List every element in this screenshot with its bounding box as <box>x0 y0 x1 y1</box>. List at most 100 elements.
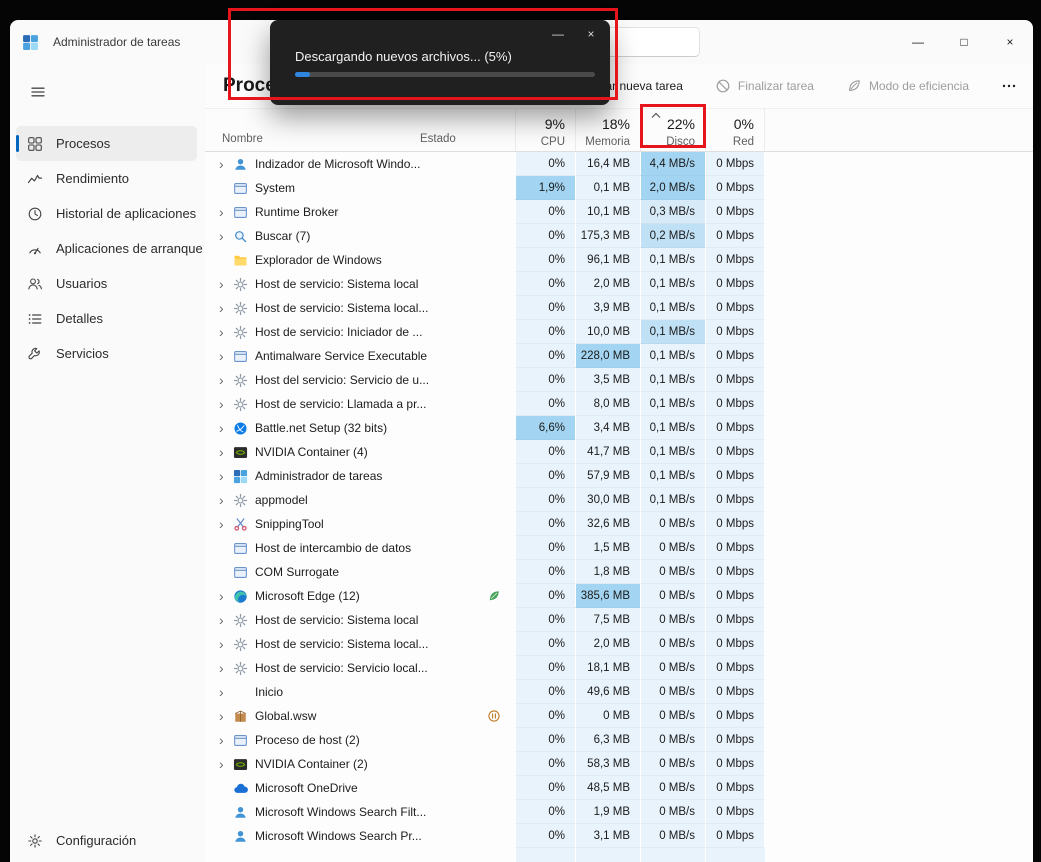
efficiency-icon <box>846 78 862 94</box>
process-name-cell: › Host del servicio: Servicio de u... <box>205 368 429 392</box>
expand-chevron-icon[interactable]: › <box>219 397 233 411</box>
expand-chevron-icon[interactable]: › <box>219 445 233 459</box>
process-row[interactable]: › Proceso de host (2) 0% 6,3 MB 0 MB/s 0 Mbps <box>205 728 1033 752</box>
expand-chevron-icon[interactable]: › <box>219 277 233 291</box>
process-row[interactable]: › SnippingTool 0% 32,6 MB 0 MB/s 0 Mbps <box>205 512 1033 536</box>
maximize-button[interactable]: □ <box>941 20 987 64</box>
network-value: 0 Mbps <box>705 776 765 800</box>
expand-chevron-icon[interactable]: › <box>219 685 233 699</box>
toast-minimize-button[interactable]: — <box>549 25 567 43</box>
disk-value: 0 MB/s <box>640 728 705 752</box>
process-row[interactable]: › Host de servicio: Sistema local 0% 2,0 MB… <box>205 272 1033 296</box>
status-cell <box>420 488 515 512</box>
expand-chevron-icon[interactable]: › <box>219 469 233 483</box>
column-header-nombre[interactable]: Nombre <box>222 133 263 145</box>
sidebar-item-rendimiento[interactable]: Rendimiento <box>16 161 197 196</box>
process-row[interactable]: › Host del servicio: Servicio de u... 0% 3,… <box>205 368 1033 392</box>
process-row[interactable]: › appmodel 0% 30,0 MB 0,1 MB/s 0 Mbps <box>205 488 1033 512</box>
process-row[interactable]: › Indizador de Microsoft Windo... 0% 16,4 M… <box>205 152 1033 176</box>
expand-chevron-icon[interactable]: › <box>219 421 233 435</box>
minimize-button[interactable]: — <box>895 20 941 64</box>
process-name-cell: › appmodel <box>205 488 420 512</box>
expand-chevron-icon[interactable]: › <box>219 373 233 387</box>
process-row[interactable]: › Host de servicio: Llamada a pr... 0% 8,0 … <box>205 392 1033 416</box>
sidebar-item-servicios[interactable]: Servicios <box>16 336 197 371</box>
sidebar-item-label: Detalles <box>56 311 103 326</box>
process-row[interactable]: COM Surrogate 0% 1,8 MB 0 MB/s 0 Mbps <box>205 560 1033 584</box>
process-row[interactable]: › Global.wsw 0% 0 MB 0 MB/s 0 Mbps <box>205 704 1033 728</box>
expand-chevron-icon[interactable]: › <box>219 157 233 171</box>
column-header-disco[interactable]: 22% Disco <box>640 109 705 151</box>
toast-progress-fill <box>295 72 310 77</box>
process-row[interactable]: Microsoft OneDrive 0% 48,5 MB 0 MB/s 0 Mbps <box>205 776 1033 800</box>
sidebar-item-historial-de-aplicaciones[interactable]: Historial de aplicaciones <box>16 196 197 231</box>
process-name: Host de servicio: Sistema local... <box>255 301 429 315</box>
expand-chevron-icon[interactable]: › <box>219 349 233 363</box>
process-row[interactable]: › Host de servicio: Sistema local... 0% 3,9… <box>205 296 1033 320</box>
memory-value: 10,0 MB <box>575 320 640 344</box>
status-cell <box>420 152 515 176</box>
process-row[interactable]: › Host de servicio: Servicio local... 0% 18… <box>205 656 1033 680</box>
status-cell <box>420 536 515 560</box>
more-options-button[interactable] <box>1001 78 1017 94</box>
expand-chevron-icon[interactable]: › <box>219 493 233 507</box>
expand-chevron-icon[interactable]: › <box>219 637 233 651</box>
cpu-value: 0% <box>515 320 575 344</box>
window-controls: — □ × <box>895 20 1033 64</box>
expand-chevron-icon[interactable]: › <box>219 205 233 219</box>
expand-chevron-icon[interactable]: › <box>219 589 233 603</box>
process-row[interactable]: Explorador de Windows 0% 96,1 MB 0,1 MB/s 0 … <box>205 248 1033 272</box>
efficiency-mode-button[interactable]: Modo de eficiencia <box>846 78 969 94</box>
network-value: 0 Mbps <box>705 224 765 248</box>
process-name-cell: Microsoft OneDrive <box>205 776 420 800</box>
memory-value: 18,1 MB <box>575 656 640 680</box>
network-value: 0 Mbps <box>705 584 765 608</box>
process-row[interactable]: › NVIDIA Container (2) 0% 58,3 MB 0 MB/s 0 Mb… <box>205 752 1033 776</box>
expand-chevron-icon[interactable]: › <box>219 325 233 339</box>
close-button[interactable]: × <box>987 20 1033 64</box>
column-header-cpu[interactable]: 9% CPU <box>515 109 575 151</box>
expand-chevron-icon[interactable]: › <box>219 733 233 747</box>
expand-chevron-icon[interactable]: › <box>219 517 233 531</box>
toolbar-buttons: Ejecutar nueva tarea Finalizar tarea Modo … <box>549 78 1017 94</box>
expand-chevron-icon[interactable]: › <box>219 613 233 627</box>
process-row[interactable]: › Host de servicio: Sistema local... 0% 2,0… <box>205 632 1033 656</box>
process-row[interactable]: › Battle.net Setup (32 bits) 6,6% 3,4 MB 0,1… <box>205 416 1033 440</box>
process-row[interactable]: › NVIDIA Container (4) 0% 41,7 MB 0,1 MB/s 0 … <box>205 440 1033 464</box>
hamburger-menu-button[interactable] <box>20 76 56 108</box>
process-row[interactable]: › Buscar (7) 0% 175,3 MB 0,2 MB/s 0 Mbps <box>205 224 1033 248</box>
sidebar-item-configuracion[interactable]: Configuración <box>16 823 197 858</box>
process-name-cell: Explorador de Windows <box>205 248 420 272</box>
process-row[interactable]: Host de intercambio de datos 0% 1,5 MB 0 MB… <box>205 536 1033 560</box>
memory-value: 96,1 MB <box>575 248 640 272</box>
column-header-estado[interactable]: Estado <box>420 133 456 145</box>
process-row[interactable]: › Microsoft Edge (12) 0% 385,6 MB 0 MB/s 0 Mb… <box>205 584 1033 608</box>
sidebar-item-detalles[interactable]: Detalles <box>16 301 197 336</box>
process-row[interactable]: System 1,9% 0,1 MB 2,0 MB/s 0 Mbps <box>205 176 1033 200</box>
end-task-button[interactable]: Finalizar tarea <box>715 78 814 94</box>
toast-close-button[interactable]: × <box>582 25 600 43</box>
sidebar-item-label: Historial de aplicaciones <box>56 206 197 221</box>
status-cell <box>420 632 515 656</box>
cpu-value: 0% <box>515 152 575 176</box>
process-row[interactable]: › Antimalware Service Executable 0% 228,0 M… <box>205 344 1033 368</box>
sidebar-item-aplicaciones-de-arranque[interactable]: Aplicaciones de arranque <box>16 231 203 266</box>
process-row[interactable]: Microsoft Windows Search Pr... 0% 3,1 MB 0 … <box>205 824 1033 848</box>
column-header-red[interactable]: 0% Red <box>705 109 765 151</box>
expand-chevron-icon[interactable]: › <box>219 757 233 771</box>
process-row[interactable]: › Administrador de tareas 0% 57,9 MB 0,1 MB/… <box>205 464 1033 488</box>
expand-chevron-icon[interactable]: › <box>219 661 233 675</box>
expand-chevron-icon[interactable]: › <box>219 301 233 315</box>
process-name: COM Surrogate <box>255 565 340 579</box>
sidebar-item-usuarios[interactable]: Usuarios <box>16 266 197 301</box>
process-row[interactable]: › Host de servicio: Sistema local 0% 7,5 MB… <box>205 608 1033 632</box>
process-row[interactable]: › Runtime Broker 0% 10,1 MB 0,3 MB/s 0 Mbps <box>205 200 1033 224</box>
process-row[interactable]: › Host de servicio: Iniciador de ... 0% 10,… <box>205 320 1033 344</box>
sidebar-item-procesos[interactable]: Procesos <box>16 126 197 161</box>
process-row[interactable]: Microsoft Windows Search Filt... 0% 1,9 MB… <box>205 800 1033 824</box>
expand-chevron-icon[interactable]: › <box>219 229 233 243</box>
process-row[interactable]: › Inicio 0% 49,6 MB 0 MB/s 0 Mbps <box>205 680 1033 704</box>
expand-chevron-icon[interactable]: › <box>219 709 233 723</box>
sidebar: Procesos Rendimiento Historial de aplicaci… <box>10 64 205 862</box>
column-header-memoria[interactable]: 18% Memoria <box>575 109 640 151</box>
